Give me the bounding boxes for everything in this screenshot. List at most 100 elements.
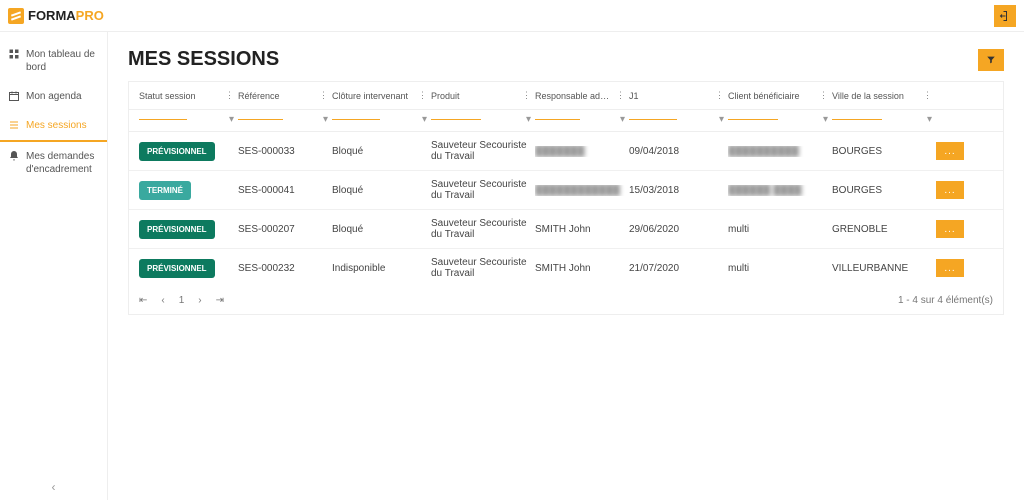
- column-label: J1: [629, 91, 639, 101]
- list-icon: [8, 119, 20, 131]
- cell-produit: Sauveteur Secouriste du Travail: [431, 140, 531, 162]
- column-filter-5[interactable]: ▾: [629, 114, 724, 125]
- sidebar-collapse-button[interactable]: ‹: [52, 480, 56, 494]
- dashboard-icon: [8, 48, 20, 60]
- column-header-2[interactable]: Clôture intervenant ⋮: [332, 90, 427, 101]
- funnel-icon[interactable]: ▾: [422, 114, 427, 125]
- cell-j1: 09/04/2018: [629, 146, 724, 157]
- column-menu-icon[interactable]: ⋮: [923, 90, 932, 101]
- column-header-6[interactable]: Client bénéficiaire⋮: [728, 90, 828, 101]
- logo-text-2: PRO: [76, 8, 104, 23]
- column-header-3[interactable]: Produit⋮: [431, 90, 531, 101]
- column-header-1[interactable]: Référence⋮: [238, 90, 328, 101]
- row-action-button[interactable]: ...: [936, 259, 964, 277]
- pager-next[interactable]: ›: [198, 295, 201, 306]
- bell-icon: [8, 150, 20, 162]
- funnel-icon[interactable]: ▾: [229, 114, 234, 125]
- sidebar: Mon tableau de bord Mon agenda Mes session…: [0, 32, 108, 500]
- funnel-icon[interactable]: ▾: [719, 114, 724, 125]
- column-header-4[interactable]: Responsable adm...⋮: [535, 90, 625, 101]
- status-badge: PRÉVISIONNEL: [139, 142, 215, 161]
- column-menu-icon[interactable]: ⋮: [819, 90, 828, 101]
- column-menu-icon[interactable]: ⋮: [418, 90, 427, 101]
- sidebar-item-label: Mon agenda: [26, 90, 82, 103]
- logout-button[interactable]: [994, 5, 1016, 27]
- column-filter-3[interactable]: ▾: [431, 114, 531, 125]
- column-filter-1[interactable]: ▾: [238, 114, 328, 125]
- column-header-7[interactable]: Ville de la session ⋮: [832, 90, 932, 101]
- column-filter-4[interactable]: ▾: [535, 114, 625, 125]
- column-label: Statut session: [139, 91, 196, 101]
- filter-input-line: [238, 119, 283, 120]
- row-action-button[interactable]: ...: [936, 142, 964, 160]
- cell-responsable: ███████: [535, 146, 625, 157]
- column-menu-icon[interactable]: ⋮: [319, 90, 328, 101]
- page-title: MES SESSIONS: [128, 48, 279, 71]
- pager-info: 1 - 4 sur 4 élément(s): [898, 295, 993, 306]
- cell-produit: Sauveteur Secouriste du Travail: [431, 179, 531, 201]
- sessions-table: Statut session⋮Référence⋮Clôture interve…: [128, 81, 1004, 315]
- cell-cloture: Bloqué: [332, 146, 427, 157]
- filter-button[interactable]: [978, 49, 1004, 71]
- column-filter-0[interactable]: ▾: [139, 114, 234, 125]
- cell-ville: BOURGES: [832, 185, 932, 196]
- funnel-icon[interactable]: ▾: [620, 114, 625, 125]
- pager-prev[interactable]: ‹: [161, 295, 164, 306]
- cell-ref: SES-000232: [238, 263, 328, 274]
- main-content: MES SESSIONS Statut session⋮Référence⋮Cl…: [108, 32, 1024, 500]
- column-menu-icon[interactable]: ⋮: [225, 90, 234, 101]
- cell-ref: SES-000041: [238, 185, 328, 196]
- sidebar-item-3[interactable]: Mes demandes d'encadrement: [0, 142, 107, 184]
- funnel-icon[interactable]: ▾: [927, 114, 932, 125]
- pager-last[interactable]: ⇥: [216, 295, 224, 306]
- row-action-button[interactable]: ...: [936, 220, 964, 238]
- filter-input-line: [431, 119, 481, 120]
- cell-responsable: SMITH John: [535, 263, 625, 274]
- cell-client: ██████████: [728, 146, 828, 157]
- cell-cloture: Bloqué: [332, 224, 427, 235]
- table-row: PRÉVISIONNELSES-000033BloquéSauveteur Se…: [129, 132, 1003, 171]
- cell-status: TERMINÉ: [139, 181, 234, 200]
- column-label: Responsable adm...: [535, 91, 614, 101]
- calendar-icon: [8, 90, 20, 102]
- column-menu-icon[interactable]: ⋮: [616, 90, 625, 101]
- cell-actions: ...: [936, 220, 984, 238]
- funnel-icon[interactable]: ▾: [526, 114, 531, 125]
- cell-client: multi: [728, 263, 828, 274]
- pager-current[interactable]: 1: [179, 295, 185, 306]
- pager-first[interactable]: ⇤: [139, 295, 147, 306]
- funnel-icon[interactable]: ▾: [323, 114, 328, 125]
- column-filter-7[interactable]: ▾: [832, 114, 932, 125]
- column-filter-2[interactable]: ▾: [332, 114, 427, 125]
- cell-actions: ...: [936, 142, 984, 160]
- filter-icon: [986, 55, 996, 65]
- filter-input-line: [629, 119, 677, 120]
- logout-icon: [999, 10, 1011, 22]
- cell-client: ██████ ████: [728, 185, 828, 196]
- sidebar-item-1[interactable]: Mon agenda: [0, 82, 107, 111]
- cell-status: PRÉVISIONNEL: [139, 142, 234, 161]
- table-row: PRÉVISIONNELSES-000207BloquéSauveteur Se…: [129, 210, 1003, 249]
- sidebar-item-0[interactable]: Mon tableau de bord: [0, 40, 107, 82]
- funnel-icon[interactable]: ▾: [823, 114, 828, 125]
- cell-status: PRÉVISIONNEL: [139, 259, 234, 278]
- cell-ref: SES-000207: [238, 224, 328, 235]
- column-menu-icon[interactable]: ⋮: [715, 90, 724, 101]
- cell-cloture: Indisponible: [332, 263, 427, 274]
- column-header-0[interactable]: Statut session ⋮: [139, 90, 234, 101]
- logo-text-1: FORMA: [28, 8, 76, 23]
- filter-input-line: [139, 119, 187, 120]
- cell-ville: VILLEURBANNE: [832, 263, 932, 274]
- column-header-5[interactable]: J1 ⋮: [629, 90, 724, 101]
- status-badge: PRÉVISIONNEL: [139, 259, 215, 278]
- sidebar-item-2[interactable]: Mes sessions: [0, 111, 107, 142]
- column-label: Ville de la session: [832, 91, 904, 101]
- column-menu-icon[interactable]: ⋮: [522, 90, 531, 101]
- logo-icon: [8, 8, 24, 24]
- table-row: PRÉVISIONNELSES-000232IndisponibleSauvet…: [129, 249, 1003, 287]
- column-label: Clôture intervenant: [332, 91, 408, 101]
- sidebar-item-label: Mes demandes d'encadrement: [26, 150, 99, 176]
- column-filter-6[interactable]: ▾: [728, 114, 828, 125]
- row-action-button[interactable]: ...: [936, 181, 964, 199]
- sidebar-item-label: Mon tableau de bord: [26, 48, 99, 74]
